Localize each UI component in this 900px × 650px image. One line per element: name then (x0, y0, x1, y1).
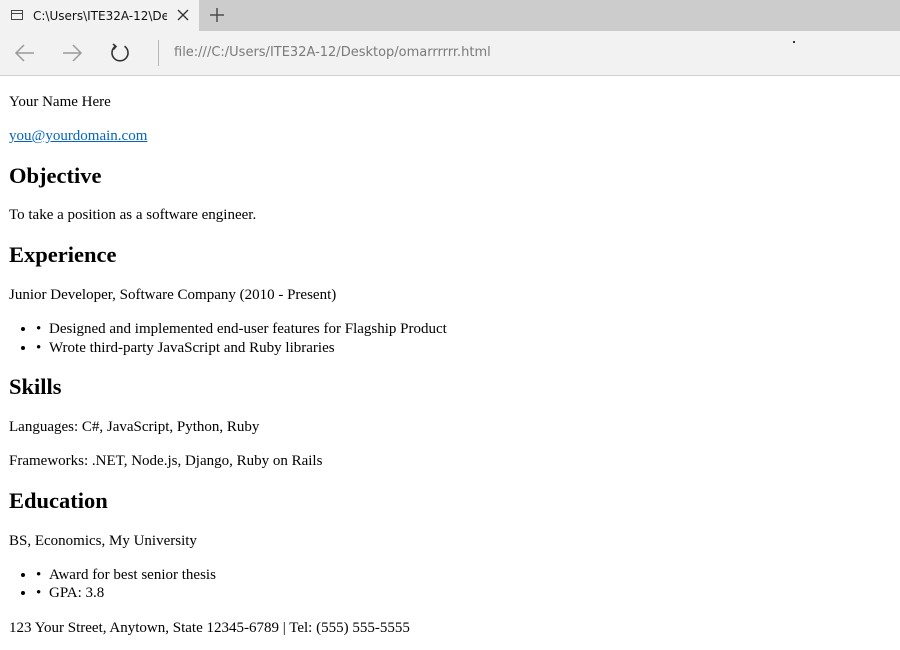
list-item-text: GPA: 3.8 (49, 585, 105, 601)
list-item-text: Designed and implemented end-user featur… (49, 321, 447, 337)
education-heading: Education (9, 488, 108, 513)
list-item-text: Wrote third-party JavaScript and Ruby li… (49, 340, 335, 356)
list-item: GPA: 3.8 (36, 584, 104, 602)
list-item-text: Award for best senior thesis (49, 567, 216, 583)
plus-icon[interactable] (209, 7, 225, 23)
objective-heading: Objective (9, 163, 102, 188)
toolbar-divider (158, 40, 159, 66)
experience-heading: Experience (9, 242, 117, 267)
resume-name: Your Name Here (9, 94, 111, 110)
tab-strip: C:\Users\ITE32A-12\Desk (0, 0, 900, 31)
languages-line: Languages: C#, JavaScript, Python, Ruby (9, 419, 260, 435)
list-item: Designed and implemented end-user featur… (36, 320, 447, 338)
frameworks-line: Frameworks: .NET, Node.js, Django, Ruby … (9, 453, 323, 469)
page-content: Your Name Here you@yourdomain.com Object… (0, 76, 900, 650)
arrow-right-icon[interactable] (61, 42, 83, 64)
job-title: Junior Developer, Software Company (2010… (9, 287, 337, 303)
close-icon[interactable] (176, 8, 190, 22)
browser-window: C:\Users\ITE32A-12\Desk file:///C:/Users… (0, 0, 900, 650)
skills-heading: Skills (9, 374, 62, 399)
page-icon (11, 10, 23, 20)
list-item: Award for best senior thesis (36, 566, 216, 584)
email-link[interactable]: you@yourdomain.com (9, 127, 147, 145)
navigation-bar: file:///C:/Users/ITE32A-12/Desktop/omarr… (0, 31, 900, 76)
degree-line: BS, Economics, My University (9, 533, 197, 549)
arrow-left-icon[interactable] (14, 42, 36, 64)
toolbar-dot (793, 41, 795, 43)
address-bar[interactable]: file:///C:/Users/ITE32A-12/Desktop/omarr… (174, 44, 774, 62)
contact-line: 123 Your Street, Anytown, State 12345-67… (9, 620, 410, 636)
objective-text: To take a position as a software enginee… (9, 207, 257, 223)
refresh-icon[interactable] (109, 42, 131, 64)
active-tab[interactable]: C:\Users\ITE32A-12\Desk (0, 0, 199, 31)
list-item: Wrote third-party JavaScript and Ruby li… (36, 339, 335, 357)
tab-title: C:\Users\ITE32A-12\Desk (33, 9, 167, 23)
